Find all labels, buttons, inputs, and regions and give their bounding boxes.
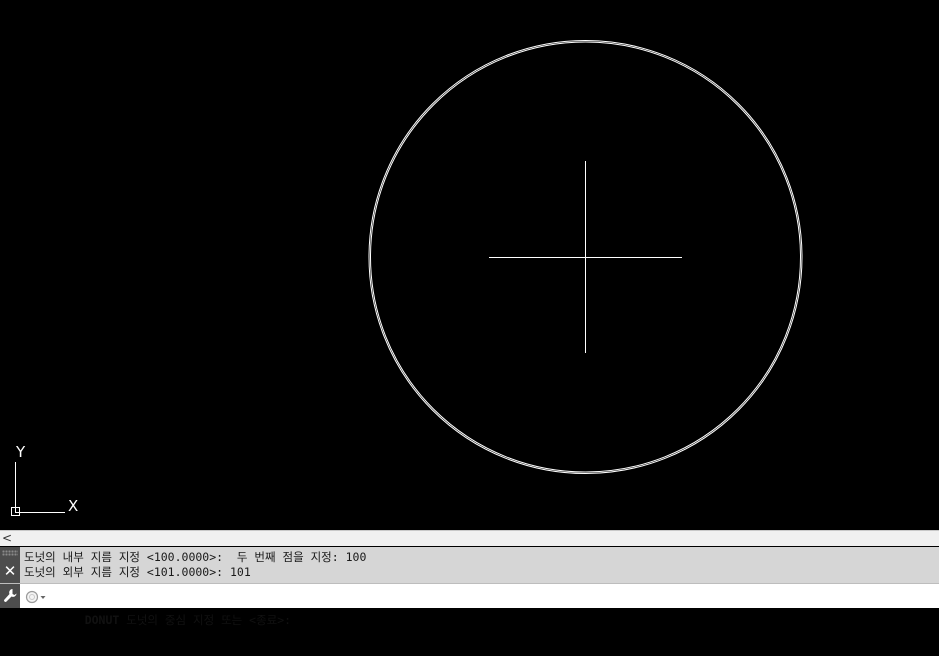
command-history-panel: ✕ 도넛의 내부 지름 지정 <100.0000>: 두 번째 점을 지정: 1…: [0, 547, 939, 583]
command-line[interactable]: DONUT 도넛의 중심 지정 또는 <종료>:: [0, 583, 939, 627]
history-lines: 도넛의 내부 지름 지정 <100.0000>: 두 번째 점을 지정: 100…: [24, 550, 366, 580]
recent-commands-icon[interactable]: [25, 589, 47, 604]
current-command: DONUT: [84, 613, 120, 627]
history-line: 도넛의 내부 지름 지정 <100.0000>: 두 번째 점을 지정: 100: [24, 550, 367, 564]
horizontal-scrollbar[interactable]: <: [0, 530, 939, 546]
ucs-x-label: X: [68, 497, 78, 515]
drawing-svg: Y X: [11, 40, 803, 516]
command-prompt[interactable]: DONUT 도넛의 중심 지정 또는 <종료>:: [57, 584, 291, 627]
drag-handle-icon[interactable]: [2, 550, 18, 556]
scroll-left-arrow[interactable]: <: [2, 530, 12, 546]
customize-wrench-icon[interactable]: [0, 584, 20, 608]
ucs-icon: Y X: [11, 443, 78, 516]
prompt-text: 도넛의 중심 지정 또는 <종료>:: [119, 613, 292, 627]
crosshair-cursor: [489, 161, 682, 353]
drawing-canvas[interactable]: Y X: [0, 0, 939, 530]
history-line: 도넛의 외부 지름 지정 <101.0000>: 101: [24, 565, 251, 579]
command-window-grip[interactable]: ✕: [0, 547, 20, 583]
ucs-y-label: Y: [15, 443, 26, 461]
close-icon[interactable]: ✕: [3, 562, 17, 580]
